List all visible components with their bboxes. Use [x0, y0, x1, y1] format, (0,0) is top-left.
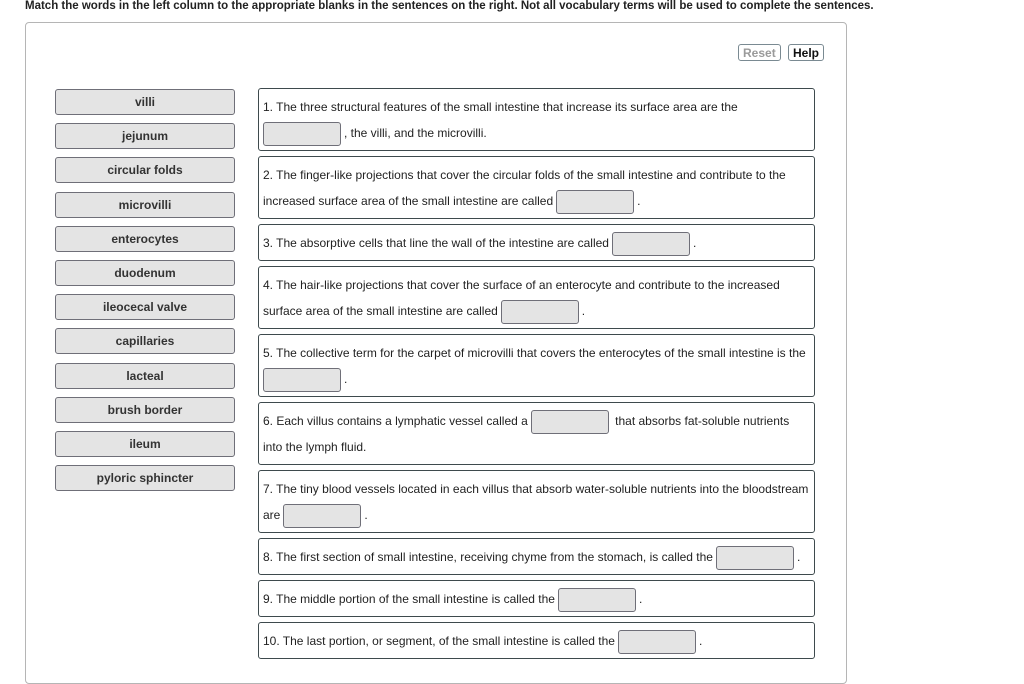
sentence-9: 9. The middle portion of the small intes…: [258, 580, 815, 617]
term-bank: villi jejunum circular folds microvilli …: [55, 89, 235, 499]
term-ileocecal-valve[interactable]: ileocecal valve: [55, 294, 235, 321]
sentence-7: 7. The tiny blood vessels located in eac…: [258, 470, 815, 533]
term-pyloric-sphincter[interactable]: pyloric sphincter: [55, 465, 235, 492]
sentence-2: 2. The finger-like projections that cove…: [258, 156, 815, 219]
sentence-8: 8. The first section of small intestine,…: [258, 538, 815, 575]
drop-blank[interactable]: [263, 121, 341, 146]
reset-button[interactable]: Reset: [738, 44, 781, 61]
sentence-text: 10. The last portion, or segment, of the…: [263, 634, 615, 648]
drop-blank[interactable]: [530, 409, 609, 434]
drop-blank[interactable]: [715, 545, 794, 570]
sentence-6: 6. Each villus contains a lymphatic vess…: [258, 402, 815, 465]
sentence-text: .: [638, 592, 643, 606]
sentence-text: 5. The collective term for the carpet of…: [263, 346, 806, 360]
term-capillaries[interactable]: capillaries: [55, 328, 235, 355]
term-enterocytes[interactable]: enterocytes: [55, 225, 235, 252]
drop-blank[interactable]: [557, 587, 636, 612]
sentence-1: 1. The three structural features of the …: [258, 88, 815, 151]
sentence-text: 6. Each villus contains a lymphatic vess…: [263, 414, 528, 428]
matching-panel: Reset Help villi jejunum circular folds …: [25, 22, 847, 684]
term-ileum[interactable]: ileum: [55, 430, 235, 457]
term-brush-border[interactable]: brush border: [55, 396, 235, 423]
drop-blank[interactable]: [556, 189, 635, 214]
sentence-text: .: [698, 634, 703, 648]
sentence-3: 3. The absorptive cells that line the wa…: [258, 224, 815, 261]
sentence-text: , the villi, and the microvilli.: [344, 126, 487, 140]
sentence-list: 1. The three structural features of the …: [258, 88, 815, 664]
sentence-4: 4. The hair-like projections that cover …: [258, 266, 815, 329]
sentence-text: .: [364, 508, 368, 522]
drop-blank[interactable]: [283, 503, 362, 528]
sentence-text: .: [581, 304, 586, 318]
drop-blank[interactable]: [263, 367, 341, 392]
sentence-text: .: [692, 236, 697, 250]
help-button[interactable]: Help: [788, 44, 825, 61]
term-duodenum[interactable]: duodenum: [55, 259, 235, 286]
sentence-text: 2. The finger-like projections that cove…: [263, 168, 786, 208]
sentence-text: .: [344, 372, 348, 386]
drop-blank[interactable]: [611, 231, 690, 256]
term-circular-folds[interactable]: circular folds: [55, 157, 235, 184]
sentence-text: 8. The first section of small intestine,…: [263, 550, 713, 564]
term-lacteal[interactable]: lacteal: [55, 362, 235, 389]
sentence-text: .: [637, 194, 641, 208]
drop-blank[interactable]: [500, 299, 579, 324]
term-villi[interactable]: villi: [55, 89, 235, 115]
sentence-text: 1. The three structural features of the …: [263, 100, 738, 114]
sentence-text: 3. The absorptive cells that line the wa…: [263, 236, 609, 250]
term-jejunum[interactable]: jejunum: [55, 123, 235, 150]
term-microvilli[interactable]: microvilli: [55, 191, 235, 218]
instructions: Match the words in the left column to th…: [25, 0, 874, 12]
sentence-text: 9. The middle portion of the small intes…: [263, 592, 555, 606]
sentence-text: .: [796, 550, 801, 564]
drop-blank[interactable]: [617, 629, 696, 654]
sentence-5: 5. The collective term for the carpet of…: [258, 334, 815, 397]
sentence-10: 10. The last portion, or segment, of the…: [258, 622, 815, 659]
